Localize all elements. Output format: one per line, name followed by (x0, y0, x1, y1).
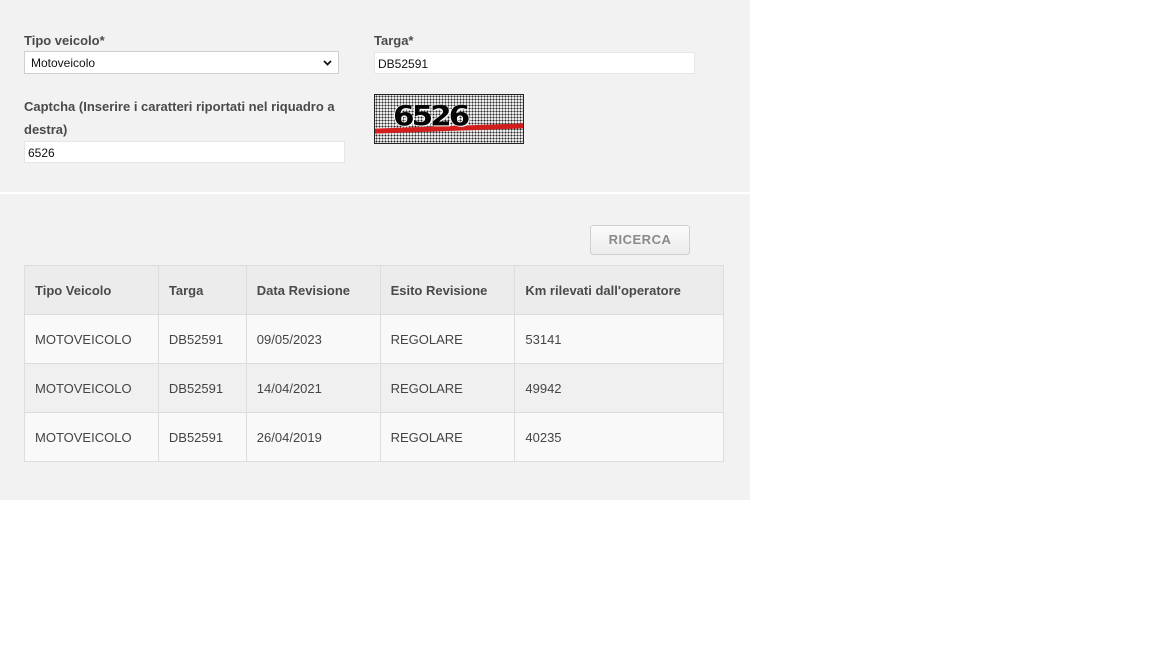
table-row: MOTOVEICOLO DB52591 09/05/2023 REGOLARE … (24, 314, 724, 364)
column-header: Data Revisione (245, 265, 381, 315)
cell-vehicle-type: MOTOVEICOLO (24, 363, 159, 413)
search-button[interactable]: RICERCA (590, 225, 690, 255)
column-header: Targa (157, 265, 247, 315)
table-header-row: Tipo Veicolo Targa Data Revisione Esito … (24, 265, 724, 315)
column-header: Esito Revisione (379, 265, 516, 315)
captcha-image: 6526 (374, 94, 524, 144)
captcha-input[interactable]: 6526 (24, 141, 345, 163)
cell-vehicle-type: MOTOVEICOLO (24, 314, 159, 364)
cell-revision-date: 09/05/2023 (245, 314, 381, 364)
cell-km: 49942 (514, 363, 724, 413)
plate-label: Targa* (374, 33, 414, 48)
cell-revision-outcome: REGOLARE (379, 363, 516, 413)
captcha-characters: 6526 (393, 99, 470, 133)
cell-vehicle-type: MOTOVEICOLO (24, 412, 159, 462)
cell-revision-date: 14/04/2021 (245, 363, 381, 413)
cell-km: 40235 (514, 412, 724, 462)
captcha-label-line1: Captcha (Inserire i caratteri riportati … (24, 99, 335, 114)
captcha-label-line2: destra) (24, 122, 68, 137)
cell-km: 53141 (514, 314, 724, 364)
section-divider (0, 192, 750, 194)
captcha-label: Captcha (Inserire i caratteri riportati … (24, 99, 335, 114)
vehicle-type-label: Tipo veicolo* (24, 33, 105, 48)
vehicle-type-value: Motoveicolo (31, 56, 96, 70)
chevron-down-icon (323, 60, 332, 66)
cell-revision-outcome: REGOLARE (379, 314, 516, 364)
cell-revision-outcome: REGOLARE (379, 412, 516, 462)
table-row: MOTOVEICOLO DB52591 26/04/2019 REGOLARE … (24, 412, 724, 462)
plate-input[interactable]: DB52591 (374, 52, 695, 74)
cell-plate: DB52591 (157, 363, 247, 413)
column-header: Tipo Veicolo (24, 265, 159, 315)
cell-plate: DB52591 (157, 412, 247, 462)
column-header: Km rilevati dall'operatore (514, 265, 724, 315)
cell-revision-date: 26/04/2019 (245, 412, 381, 462)
cell-plate: DB52591 (157, 314, 247, 364)
results-table: Tipo Veicolo Targa Data Revisione Esito … (24, 265, 724, 462)
captcha-label-cont: destra) (24, 122, 67, 137)
table-row: MOTOVEICOLO DB52591 14/04/2021 REGOLARE … (24, 363, 724, 413)
vehicle-type-select[interactable]: Motoveicolo (24, 51, 339, 74)
